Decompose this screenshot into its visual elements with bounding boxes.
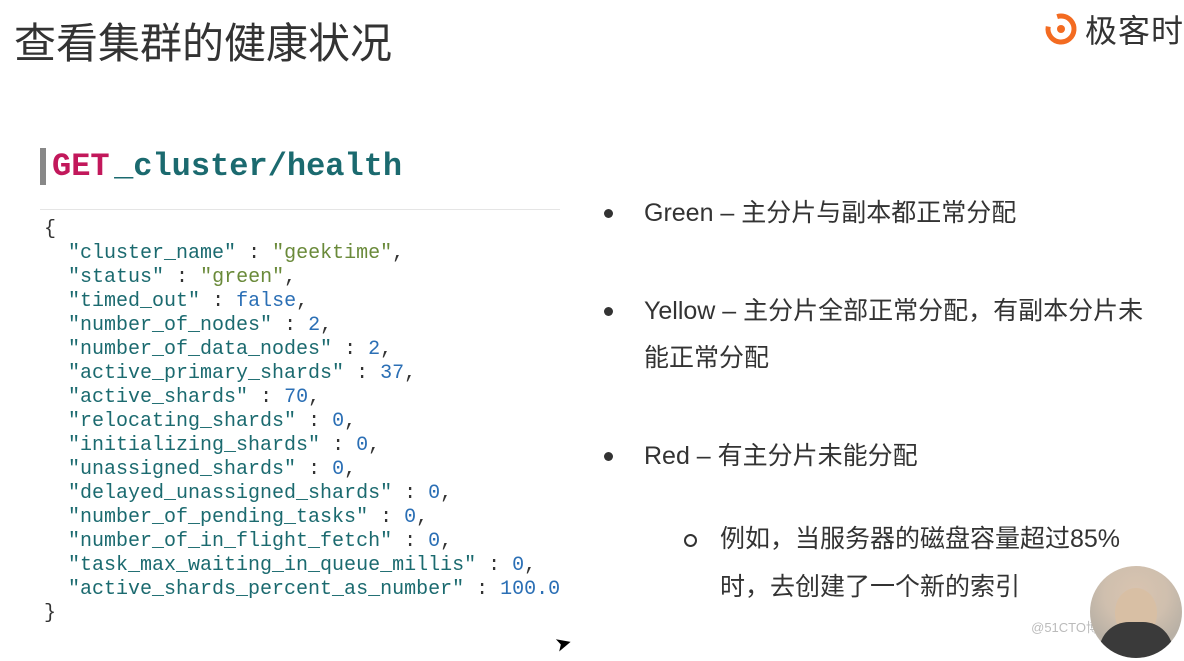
right-column: Green – 主分片与副本都正常分配 Yellow – 主分片全部正常分配，有副… xyxy=(600,190,1160,661)
bullet-item: Yellow – 主分片全部正常分配，有副本分片未能正常分配 xyxy=(600,288,1160,383)
presenter-avatar xyxy=(1090,566,1182,658)
bullet-list: Green – 主分片与副本都正常分配 Yellow – 主分片全部正常分配，有副… xyxy=(600,190,1160,611)
http-request: GET _cluster/health xyxy=(40,148,560,185)
slide: 查看集群的健康状况 极客时 GET _cluster/health { "clu… xyxy=(0,0,1184,660)
sub-bullet-item: 例如，当服务器的磁盘容量超过85%时，去创建了一个新的索引 xyxy=(644,516,1160,611)
http-path: _cluster/health xyxy=(114,148,402,185)
bullet-item: Red – 有主分片未能分配例如，当服务器的磁盘容量超过85%时，去创建了一个新… xyxy=(600,433,1160,612)
brand-logo: 极客时 xyxy=(1043,6,1184,52)
left-column: GET _cluster/health { "cluster_name" : "… xyxy=(40,148,560,634)
slide-title: 查看集群的健康状况 xyxy=(14,10,392,71)
brand-text: 极客时 xyxy=(1085,6,1184,52)
http-method: GET xyxy=(52,148,110,185)
json-response: { "cluster_name" : "geektime", "status" … xyxy=(40,209,560,634)
geektime-icon xyxy=(1043,11,1079,47)
cursor-icon: ➤ xyxy=(552,629,575,657)
bullet-item: Green – 主分片与副本都正常分配 xyxy=(600,190,1160,238)
